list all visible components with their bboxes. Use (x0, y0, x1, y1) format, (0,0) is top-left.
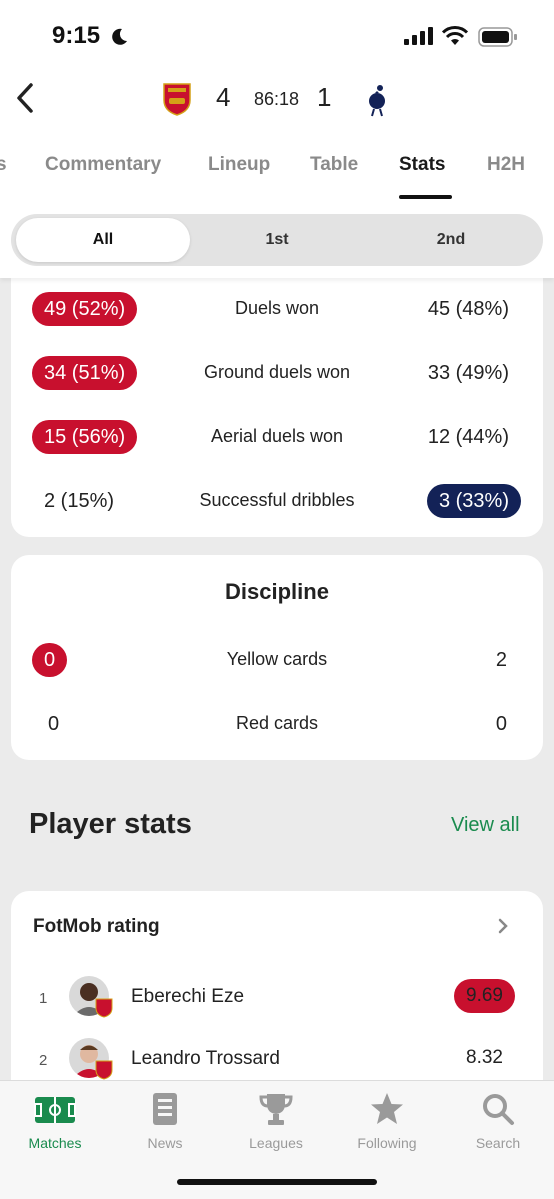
away-value: 33 (49%) (427, 362, 509, 384)
period-1st[interactable]: 1st (190, 218, 364, 262)
nav-label: Following (357, 1135, 417, 1151)
nav-leagues[interactable]: Leagues (221, 1091, 331, 1151)
match-tabs: s Commentary Lineup Table Stats H2H (0, 128, 554, 200)
nav-label: Matches (28, 1135, 82, 1151)
stat-label: Yellow cards (226, 649, 328, 669)
away-value: 45 (48%) (427, 298, 509, 320)
player-rating: 9.69 (454, 979, 515, 1013)
tab-commentary[interactable]: Commentary (45, 154, 161, 176)
arsenal-crest-icon[interactable] (162, 82, 192, 116)
away-score: 1 (317, 82, 332, 112)
chevron-left-icon (17, 83, 33, 113)
discipline-card: Discipline 0 Yellow cards 2 0 Red cards … (11, 555, 543, 760)
home-indicator (177, 1179, 377, 1185)
view-all-link[interactable]: View all (451, 814, 520, 837)
stat-row-duels-won: 49 (52%) Duels won 45 (48%) (11, 289, 543, 329)
nav-following[interactable]: Following (332, 1091, 442, 1151)
wifi-icon (442, 26, 468, 45)
away-value: 12 (44%) (427, 426, 509, 448)
period-all[interactable]: All (16, 218, 190, 262)
tottenham-crest-icon[interactable] (366, 81, 388, 117)
match-clock: 86:18 (254, 89, 300, 109)
moon-icon (112, 28, 127, 45)
tab-table[interactable]: Table (310, 154, 358, 176)
star-icon (371, 1093, 403, 1124)
away-value: 3 (33%) (426, 484, 521, 518)
tab-partial[interactable]: s (0, 154, 7, 176)
trophy-icon (259, 1094, 293, 1125)
player-rating: 8.32 (466, 1047, 503, 1068)
nav-label: Leagues (249, 1135, 303, 1151)
match-header: 4 86:18 1 (0, 70, 554, 128)
search-icon (483, 1094, 514, 1125)
status-bar: 9:15 (0, 0, 554, 70)
back-button[interactable] (8, 76, 42, 120)
chevron-right-icon[interactable] (497, 917, 509, 935)
nav-matches[interactable]: Matches (0, 1091, 110, 1151)
discipline-title: Discipline (225, 579, 329, 604)
away-value: 2 (495, 649, 507, 671)
period-selector: All 1st 2nd (11, 214, 543, 266)
nav-search[interactable]: Search (443, 1091, 553, 1151)
stat-row-dribbles: 2 (15%) Successful dribbles 3 (33%) (11, 481, 543, 521)
signal-icon (404, 27, 433, 45)
battery-icon (478, 27, 517, 47)
stat-row-yellow-cards: 0 Yellow cards 2 (11, 640, 543, 680)
tab-lineup[interactable]: Lineup (208, 154, 270, 176)
pitch-icon (34, 1097, 76, 1123)
rating-card-title: FotMob rating (33, 916, 160, 937)
tab-stats[interactable]: Stats (399, 154, 445, 176)
nav-label: News (147, 1135, 183, 1151)
news-icon (153, 1093, 177, 1125)
player-row[interactable]: 1 Eberechi Eze 9.69 (11, 970, 543, 1026)
player-name: Eberechi Eze (131, 986, 245, 1007)
player-stats-title: Player stats (29, 808, 192, 840)
stat-row-ground-duels: 34 (51%) Ground duels won 33 (49%) (11, 353, 543, 393)
period-bar: All 1st 2nd (0, 200, 554, 278)
arsenal-mini-crest-icon (95, 998, 113, 1018)
status-time: 9:15 (52, 22, 101, 49)
player-name: Leandro Trossard (131, 1048, 280, 1069)
nav-label: Search (475, 1135, 521, 1151)
active-tab-indicator (399, 195, 452, 199)
arsenal-mini-crest-icon (95, 1060, 113, 1080)
duels-card: 49 (52%) Duels won 45 (48%) 34 (51%) Gro… (11, 250, 543, 537)
tab-h2h[interactable]: H2H (487, 154, 525, 176)
nav-news[interactable]: News (110, 1091, 220, 1151)
player-rank: 2 (39, 1052, 48, 1069)
stat-label: Red cards (235, 713, 319, 733)
away-value: 0 (495, 713, 507, 735)
stat-row-aerial-duels: 15 (56%) Aerial duels won 12 (44%) (11, 417, 543, 457)
stat-row-red-cards: 0 Red cards 0 (11, 704, 543, 744)
period-2nd[interactable]: 2nd (364, 218, 538, 262)
player-rank: 1 (39, 990, 48, 1007)
home-score: 4 (216, 82, 231, 112)
